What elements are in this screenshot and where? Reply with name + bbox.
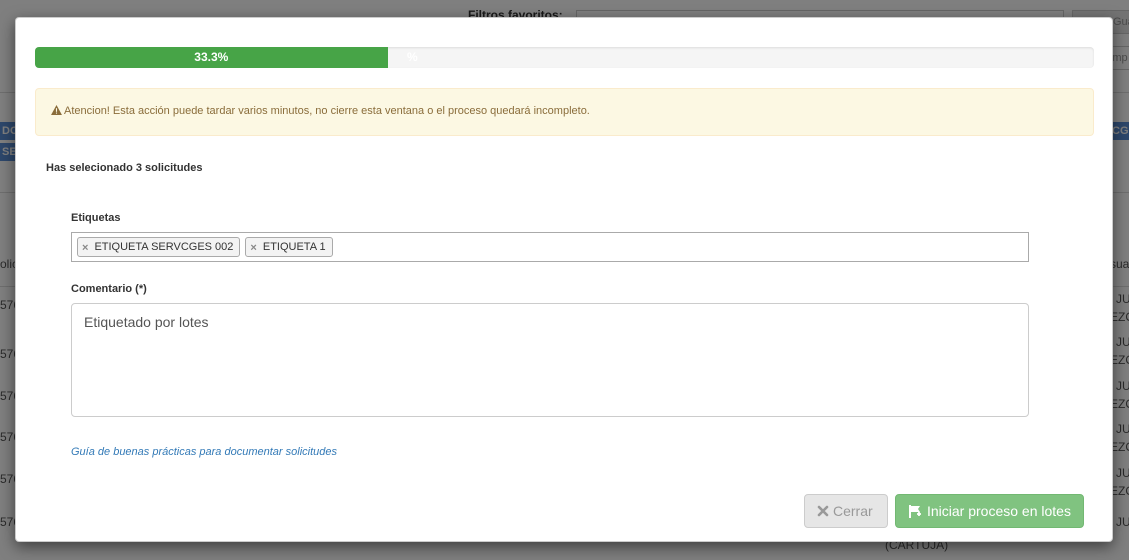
remove-tag-icon[interactable]: × [250, 241, 256, 256]
comment-textarea[interactable] [71, 303, 1029, 417]
start-batch-process-button[interactable]: Iniciar proceso en lotes [895, 494, 1084, 528]
close-button-label: Cerrar [833, 503, 873, 519]
batch-start-icon [909, 504, 921, 518]
comment-label: Comentario (*) [71, 283, 147, 295]
tags-label: Etiquetas [71, 212, 121, 224]
tag-chip: × ETIQUETA SERVCGES 002 [77, 237, 241, 257]
tag-chip: × ETIQUETA 1 [245, 237, 333, 257]
batch-process-modal: 33.3% % Atencion! Esta acción puede tard… [15, 17, 1113, 542]
warning-alert: Atencion! Esta acción puede tardar vario… [35, 88, 1094, 136]
tags-input[interactable]: × ETIQUETA SERVCGES 002 × ETIQUETA 1 [71, 232, 1029, 262]
tag-label: ETIQUETA SERVCGES 002 [94, 241, 234, 253]
close-icon [817, 505, 829, 517]
close-button[interactable]: Cerrar [804, 494, 888, 528]
start-button-label: Iniciar proceso en lotes [927, 503, 1071, 519]
tag-label: ETIQUETA 1 [262, 241, 326, 253]
remove-tag-icon[interactable]: × [82, 241, 88, 256]
progress-bar-fill: 33.3% [35, 47, 388, 68]
warning-text: Atencion! Esta acción puede tardar vario… [64, 105, 590, 117]
progress-overflow-label: % [407, 50, 418, 64]
progress-bar-track: 33.3% % [35, 47, 1094, 68]
warning-icon [51, 105, 62, 115]
good-practices-guide-link[interactable]: Guía de buenas prácticas para documentar… [71, 446, 337, 458]
selected-count-text: Has selecionado 3 solicitudes [46, 162, 203, 174]
